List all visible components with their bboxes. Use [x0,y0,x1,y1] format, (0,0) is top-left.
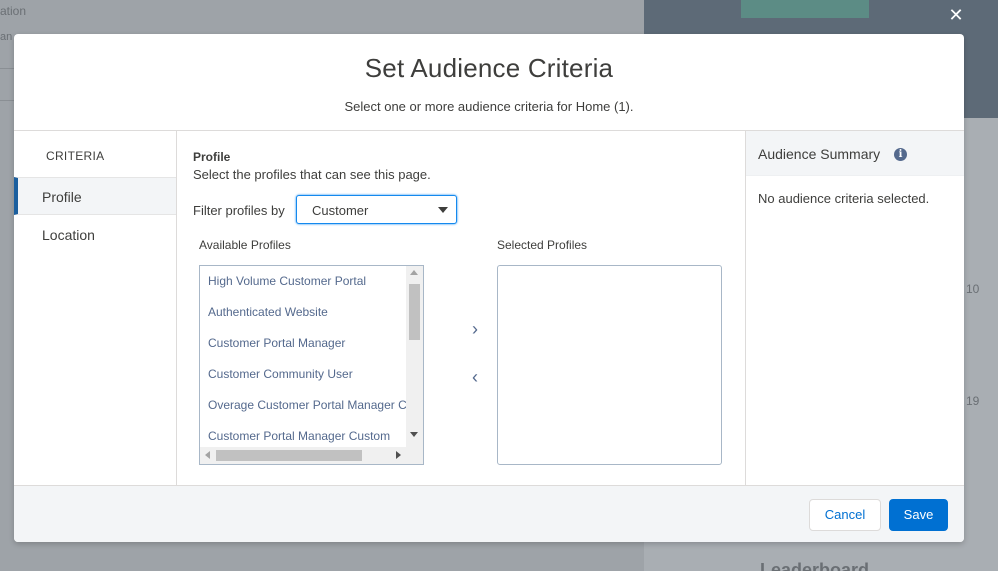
close-icon[interactable]: ✕ [946,5,966,25]
modal-body: CRITERIA Profile Location Profile Select… [14,131,964,485]
section-description: Select the profiles that can see this pa… [193,167,431,182]
move-left-icon[interactable]: ‹ [467,367,483,387]
info-icon[interactable]: i [894,148,907,161]
scroll-left-icon[interactable] [205,451,210,459]
list-item[interactable]: Customer Portal Manager Custom [208,429,390,443]
filter-label: Filter profiles by [193,203,285,218]
criteria-nav: CRITERIA Profile Location [14,131,177,485]
background-leaderboard-heading: Leaderboard [760,560,870,571]
list-item[interactable]: Authenticated Website [208,305,328,319]
background-text: ation [0,4,27,18]
selected-profiles-listbox[interactable] [497,265,722,465]
scroll-thumb[interactable] [409,284,420,340]
cancel-button[interactable]: Cancel [809,499,881,531]
move-right-icon[interactable]: › [467,319,483,339]
background-text: an [0,31,13,43]
vertical-scrollbar[interactable] [406,266,423,447]
list-item[interactable]: Customer Community User [208,367,353,381]
available-profiles-label: Available Profiles [199,238,291,252]
list-item[interactable]: High Volume Customer Portal [208,274,366,288]
scroll-right-icon[interactable] [396,451,401,459]
audience-criteria-modal: Set Audience Criteria Select one or more… [14,34,964,542]
summary-title: Audience Summary [758,146,881,162]
criteria-heading: CRITERIA [46,149,105,163]
audience-summary-pane: Audience Summary i No audience criteria … [745,131,964,485]
save-button[interactable]: Save [889,499,948,531]
background-number: 10 [966,282,980,296]
list-item[interactable]: Overage Customer Portal Manager Cu [208,398,406,412]
background-number: 19 [966,394,980,408]
filter-selected-value: Customer [312,203,369,218]
available-profiles-list: High Volume Customer Portal Authenticate… [200,266,406,447]
section-title: Profile [193,150,231,164]
profile-pane: Profile Select the profiles that can see… [177,131,745,485]
criteria-item-location[interactable]: Location [14,216,176,254]
summary-empty-text: No audience criteria selected. [758,191,930,206]
background-teal-bar [741,0,869,18]
scroll-down-icon[interactable] [410,432,418,437]
scroll-up-icon[interactable] [410,270,418,275]
modal-header: Set Audience Criteria Select one or more… [14,34,964,131]
selected-profiles-label: Selected Profiles [497,238,588,252]
modal-title: Set Audience Criteria [364,53,614,83]
modal-subtitle: Select one or more audience criteria for… [344,99,634,114]
list-item[interactable]: Customer Portal Manager [208,336,345,350]
modal-footer: Cancel Save [14,485,964,542]
summary-header: Audience Summary i [746,131,964,176]
caret-down-icon [438,207,448,213]
criteria-item-profile[interactable]: Profile [14,177,176,215]
filter-profiles-select[interactable]: Customer [296,195,457,224]
scroll-thumb[interactable] [216,450,362,461]
horizontal-scrollbar[interactable] [200,447,423,464]
available-profiles-listbox[interactable]: High Volume Customer Portal Authenticate… [199,265,424,465]
